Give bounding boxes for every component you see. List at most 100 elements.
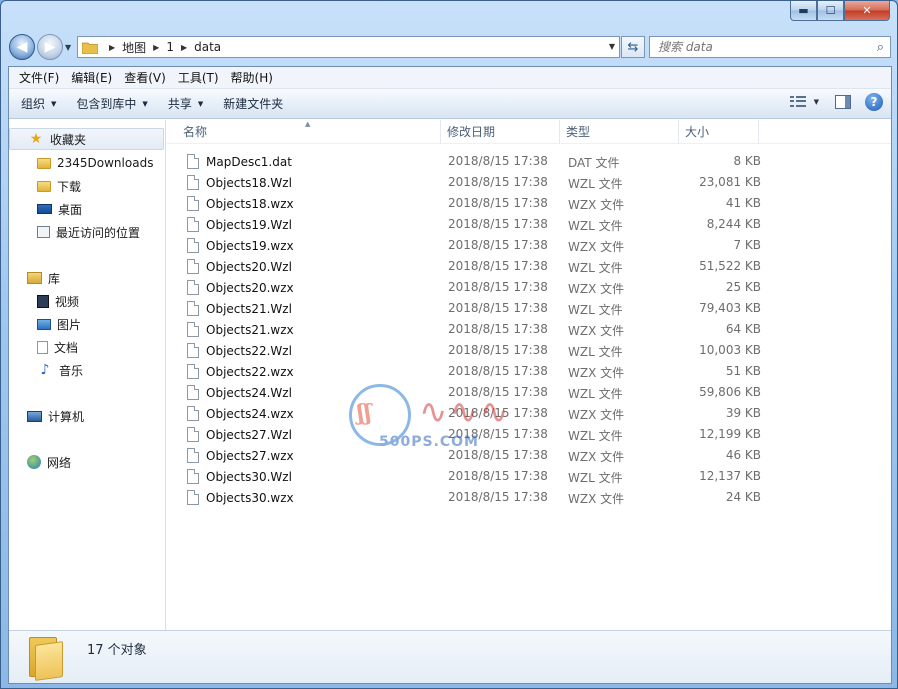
file-size: 7 KB	[733, 238, 761, 252]
file-icon	[187, 490, 199, 505]
nav-computer[interactable]: 计算机	[9, 405, 164, 427]
minimize-button[interactable]: ▬	[790, 1, 817, 21]
maximize-button[interactable]: ☐	[817, 1, 844, 21]
file-row[interactable]: MapDesc1.dat 2018/8/15 17:38 DAT 文件 8 KB	[177, 151, 877, 172]
new-folder-button[interactable]: 新建文件夹	[211, 95, 291, 112]
file-type: WZX 文件	[568, 324, 625, 338]
file-date: 2018/8/15 17:38	[448, 280, 548, 294]
refresh-button[interactable]: ⇆	[621, 36, 645, 58]
file-row[interactable]: Objects18.Wzl 2018/8/15 17:38 WZL 文件 23,081…	[177, 172, 877, 193]
file-name-cell: Objects21.Wzl	[187, 301, 292, 316]
nav-desktop[interactable]: 桌面	[9, 198, 164, 220]
file-row[interactable]: Objects19.wzx 2018/8/15 17:38 WZX 文件 7 KB	[177, 235, 877, 256]
file-row[interactable]: Objects27.wzx 2018/8/15 17:38 WZX 文件 46 KB	[177, 445, 877, 466]
file-name: Objects19.wzx	[206, 238, 294, 253]
nav-recent-places[interactable]: 最近访问的位置	[9, 221, 164, 243]
file-row[interactable]: Objects22.Wzl 2018/8/15 17:38 WZL 文件 10,003…	[177, 340, 877, 361]
help-icon[interactable]: ?	[865, 93, 883, 111]
view-details-icon[interactable]	[789, 96, 806, 108]
nav-downloads[interactable]: 下载	[9, 175, 164, 197]
breadcrumb-separator[interactable]: ▶	[153, 43, 159, 52]
nav-videos[interactable]: 视频	[9, 290, 164, 312]
column-header-date[interactable]: 修改日期	[441, 120, 560, 144]
file-row[interactable]: Objects20.wzx 2018/8/15 17:38 WZX 文件 25 KB	[177, 277, 877, 298]
breadcrumb-separator[interactable]: ▶	[109, 43, 115, 52]
column-header-type[interactable]: 类型	[560, 120, 679, 144]
file-name: Objects21.wzx	[206, 322, 294, 337]
file-icon	[187, 301, 199, 316]
file-row[interactable]: Objects20.Wzl 2018/8/15 17:38 WZL 文件 51,522…	[177, 256, 877, 277]
breadcrumb-item[interactable]: 1	[166, 40, 174, 54]
column-header-size[interactable]: 大小	[679, 120, 759, 144]
nav-libraries[interactable]: 库	[9, 267, 164, 289]
file-type: WZL 文件	[568, 387, 623, 401]
file-icon	[187, 238, 199, 253]
file-date: 2018/8/15 17:38	[448, 469, 548, 483]
search-input[interactable]	[650, 37, 862, 57]
folder-icon	[81, 41, 99, 54]
nav-label: 库	[48, 271, 61, 286]
menu-view[interactable]: 查看(V)	[118, 69, 172, 86]
navigation-pane: ★ 收藏夹 2345Downloads 下载 桌面 最近访问的位置 库 视频 图…	[9, 120, 166, 630]
nav-2345downloads[interactable]: 2345Downloads	[9, 152, 164, 174]
recent-pages-dropdown[interactable]: ▼	[65, 43, 71, 52]
file-type: WZX 文件	[568, 198, 625, 212]
breadcrumb-item[interactable]: 地图	[122, 39, 146, 56]
file-name: Objects22.Wzl	[206, 343, 292, 358]
file-row[interactable]: Objects30.Wzl 2018/8/15 17:38 WZL 文件 12,137…	[177, 466, 877, 487]
nav-favorites[interactable]: ★ 收藏夹	[9, 128, 164, 150]
file-row[interactable]: Objects19.Wzl 2018/8/15 17:38 WZL 文件 8,244 …	[177, 214, 877, 235]
nav-pictures[interactable]: 图片	[9, 313, 164, 335]
breadcrumb-item[interactable]: data	[194, 40, 221, 54]
file-row[interactable]: Objects30.wzx 2018/8/15 17:38 WZX 文件 24 KB	[177, 487, 877, 508]
file-icon	[187, 385, 199, 400]
folder-icon	[37, 157, 51, 169]
documents-icon	[37, 340, 48, 354]
organize-button[interactable]: 组织 ▼	[9, 95, 64, 112]
file-type: WZX 文件	[568, 408, 625, 422]
file-name: MapDesc1.dat	[206, 154, 292, 169]
file-row[interactable]: Objects24.Wzl 2018/8/15 17:38 WZL 文件 59,806…	[177, 382, 877, 403]
network-icon	[27, 455, 41, 469]
file-name: Objects22.wzx	[206, 364, 294, 379]
forward-button[interactable]: ▶	[37, 34, 63, 60]
view-controls: ▼ ?	[789, 93, 883, 111]
folder-icon	[29, 637, 63, 681]
nav-music[interactable]: ♪ 音乐	[9, 359, 164, 381]
menu-tools[interactable]: 工具(T)	[172, 69, 225, 86]
nav-label: 图片	[57, 317, 82, 332]
preview-pane-icon[interactable]	[835, 95, 851, 109]
file-date: 2018/8/15 17:38	[448, 406, 548, 420]
menu-edit[interactable]: 编辑(E)	[65, 69, 118, 86]
sort-ascending-icon: ▲	[305, 120, 311, 128]
menu-file[interactable]: 文件(F)	[13, 69, 65, 86]
close-button[interactable]: ✕	[844, 1, 890, 21]
chevron-down-icon[interactable]: ▼	[814, 98, 819, 106]
file-name-cell: Objects27.wzx	[187, 448, 294, 463]
file-type: DAT 文件	[568, 156, 620, 170]
back-button[interactable]: ◀	[9, 34, 35, 60]
file-row[interactable]: Objects18.wzx 2018/8/15 17:38 WZX 文件 41 KB	[177, 193, 877, 214]
breadcrumb-separator[interactable]: ▶	[181, 43, 187, 52]
file-size: 51,522 KB	[699, 259, 761, 273]
file-row[interactable]: Objects21.Wzl 2018/8/15 17:38 WZL 文件 79,403…	[177, 298, 877, 319]
menu-help[interactable]: 帮助(H)	[225, 69, 279, 86]
star-icon: ★	[29, 131, 43, 147]
address-bar[interactable]: ▶ 地图 ▶ 1 ▶ data ▼	[77, 36, 620, 58]
search-box: ⌕	[649, 36, 891, 58]
address-history-dropdown[interactable]: ▼	[609, 42, 615, 51]
file-row[interactable]: Objects27.Wzl 2018/8/15 17:38 WZL 文件 12,199…	[177, 424, 877, 445]
details-pane: 17 个对象	[9, 630, 891, 683]
nav-network[interactable]: 网络	[9, 451, 164, 473]
file-name: Objects20.Wzl	[206, 259, 292, 274]
file-date: 2018/8/15 17:38	[448, 301, 548, 315]
file-row[interactable]: Objects21.wzx 2018/8/15 17:38 WZX 文件 64 KB	[177, 319, 877, 340]
file-row[interactable]: Objects24.wzx 2018/8/15 17:38 WZX 文件 39 KB	[177, 403, 877, 424]
file-row[interactable]: Objects22.wzx 2018/8/15 17:38 WZX 文件 51 KB	[177, 361, 877, 382]
file-name-cell: Objects19.Wzl	[187, 217, 292, 232]
include-in-library-button[interactable]: 包含到库中 ▼	[64, 95, 155, 112]
file-size: 23,081 KB	[699, 175, 761, 189]
share-button[interactable]: 共享 ▼	[156, 95, 211, 112]
nav-documents[interactable]: 文档	[9, 336, 164, 358]
search-icon[interactable]: ⌕	[877, 40, 884, 55]
